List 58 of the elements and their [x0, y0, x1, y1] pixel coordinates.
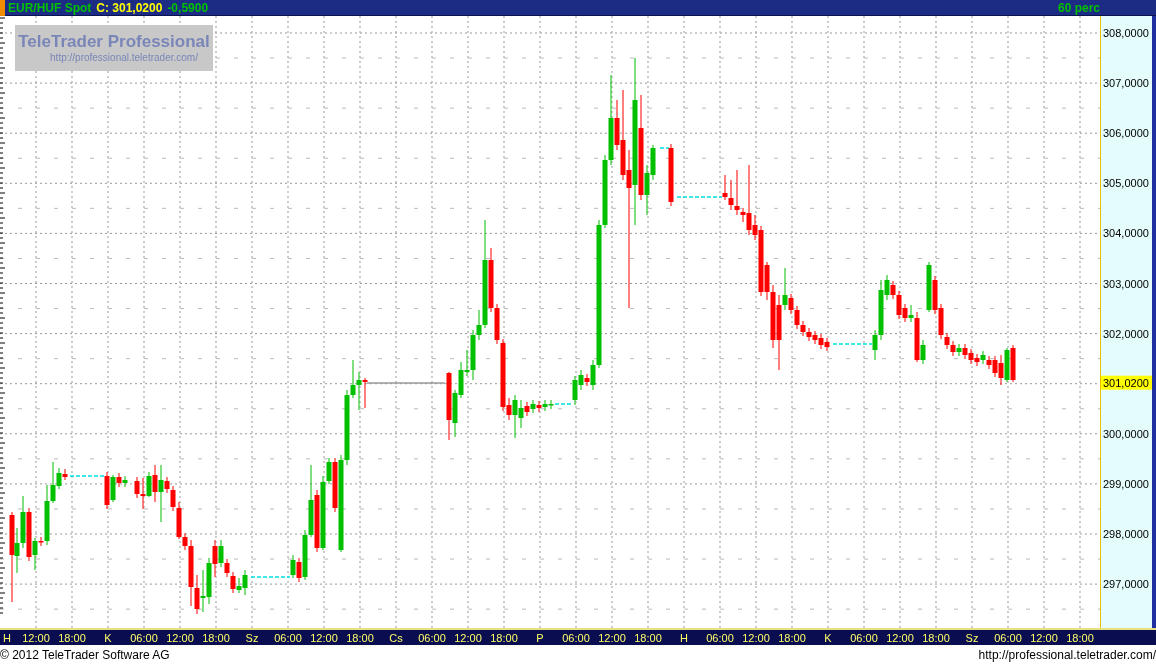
time-label: 18:00	[490, 632, 518, 644]
time-label: 06:00	[418, 632, 446, 644]
time-label: 12:00	[166, 632, 194, 644]
close-price: C: 301,0200	[96, 1, 163, 14]
time-label: 18:00	[58, 632, 86, 644]
time-label: 06:00	[850, 632, 878, 644]
flat-price-line	[250, 576, 291, 578]
time-label: H	[680, 632, 688, 644]
time-label: 18:00	[634, 632, 662, 644]
time-label: 12:00	[742, 632, 770, 644]
time-label: H	[3, 632, 11, 644]
time-label: 18:00	[922, 632, 950, 644]
time-label: 12:00	[454, 632, 482, 644]
flat-price-line	[832, 343, 873, 345]
time-label: 18:00	[1066, 632, 1094, 644]
time-label: 12:00	[886, 632, 914, 644]
logo-title: TeleTrader Professional	[18, 31, 210, 53]
time-label: 06:00	[706, 632, 734, 644]
logo-url: http://professional.teletrader.com/	[50, 52, 198, 65]
copyright-text: © 2012 TeleTrader Software AG	[0, 646, 170, 664]
price-label: 300,0000	[1103, 427, 1149, 440]
marker-icon	[0, 0, 5, 16]
price-label: 299,0000	[1103, 477, 1149, 490]
time-label: K	[824, 632, 832, 644]
time-label: Sz	[965, 632, 979, 644]
time-label: 06:00	[994, 632, 1022, 644]
price-label: 305,0000	[1103, 177, 1149, 190]
time-label: 18:00	[202, 632, 230, 644]
time-label: 12:00	[598, 632, 626, 644]
time-label: Sz	[245, 632, 259, 644]
time-label: 12:00	[310, 632, 338, 644]
price-label: 308,0000	[1103, 27, 1149, 39]
flat-price-line	[676, 196, 723, 198]
price-label: 304,0000	[1103, 227, 1149, 240]
price-label: 307,0000	[1103, 77, 1149, 90]
price-label: 298,0000	[1103, 528, 1149, 540]
time-label: 06:00	[130, 632, 158, 644]
price-label: 302,0000	[1103, 327, 1149, 340]
time-label: 06:00	[562, 632, 590, 644]
price-label: 303,0000	[1103, 277, 1149, 290]
flat-price-line	[554, 403, 573, 405]
time-label: 18:00	[778, 632, 806, 644]
time-label: 18:00	[346, 632, 374, 644]
flat-price-line	[659, 147, 670, 149]
website-link[interactable]: http://professional.teletrader.com/	[978, 645, 1156, 664]
time-label: Cs	[389, 632, 403, 644]
time-label: K	[104, 632, 112, 644]
price-change: -0,5900	[167, 1, 209, 14]
time-label: 12:00	[1030, 632, 1058, 644]
price-label: 297,0000	[1103, 578, 1149, 591]
interval-label: 60 perc	[1057, 1, 1100, 14]
time-label: P	[536, 632, 544, 644]
flat-price-line	[69, 475, 105, 477]
time-label: 12:00	[22, 632, 50, 644]
instrument-name: EUR/HUF Spot	[8, 1, 92, 14]
time-label: 06:00	[274, 632, 302, 644]
price-label: 306,0000	[1103, 127, 1149, 140]
current-price-tag: 301,0200	[1101, 375, 1152, 390]
